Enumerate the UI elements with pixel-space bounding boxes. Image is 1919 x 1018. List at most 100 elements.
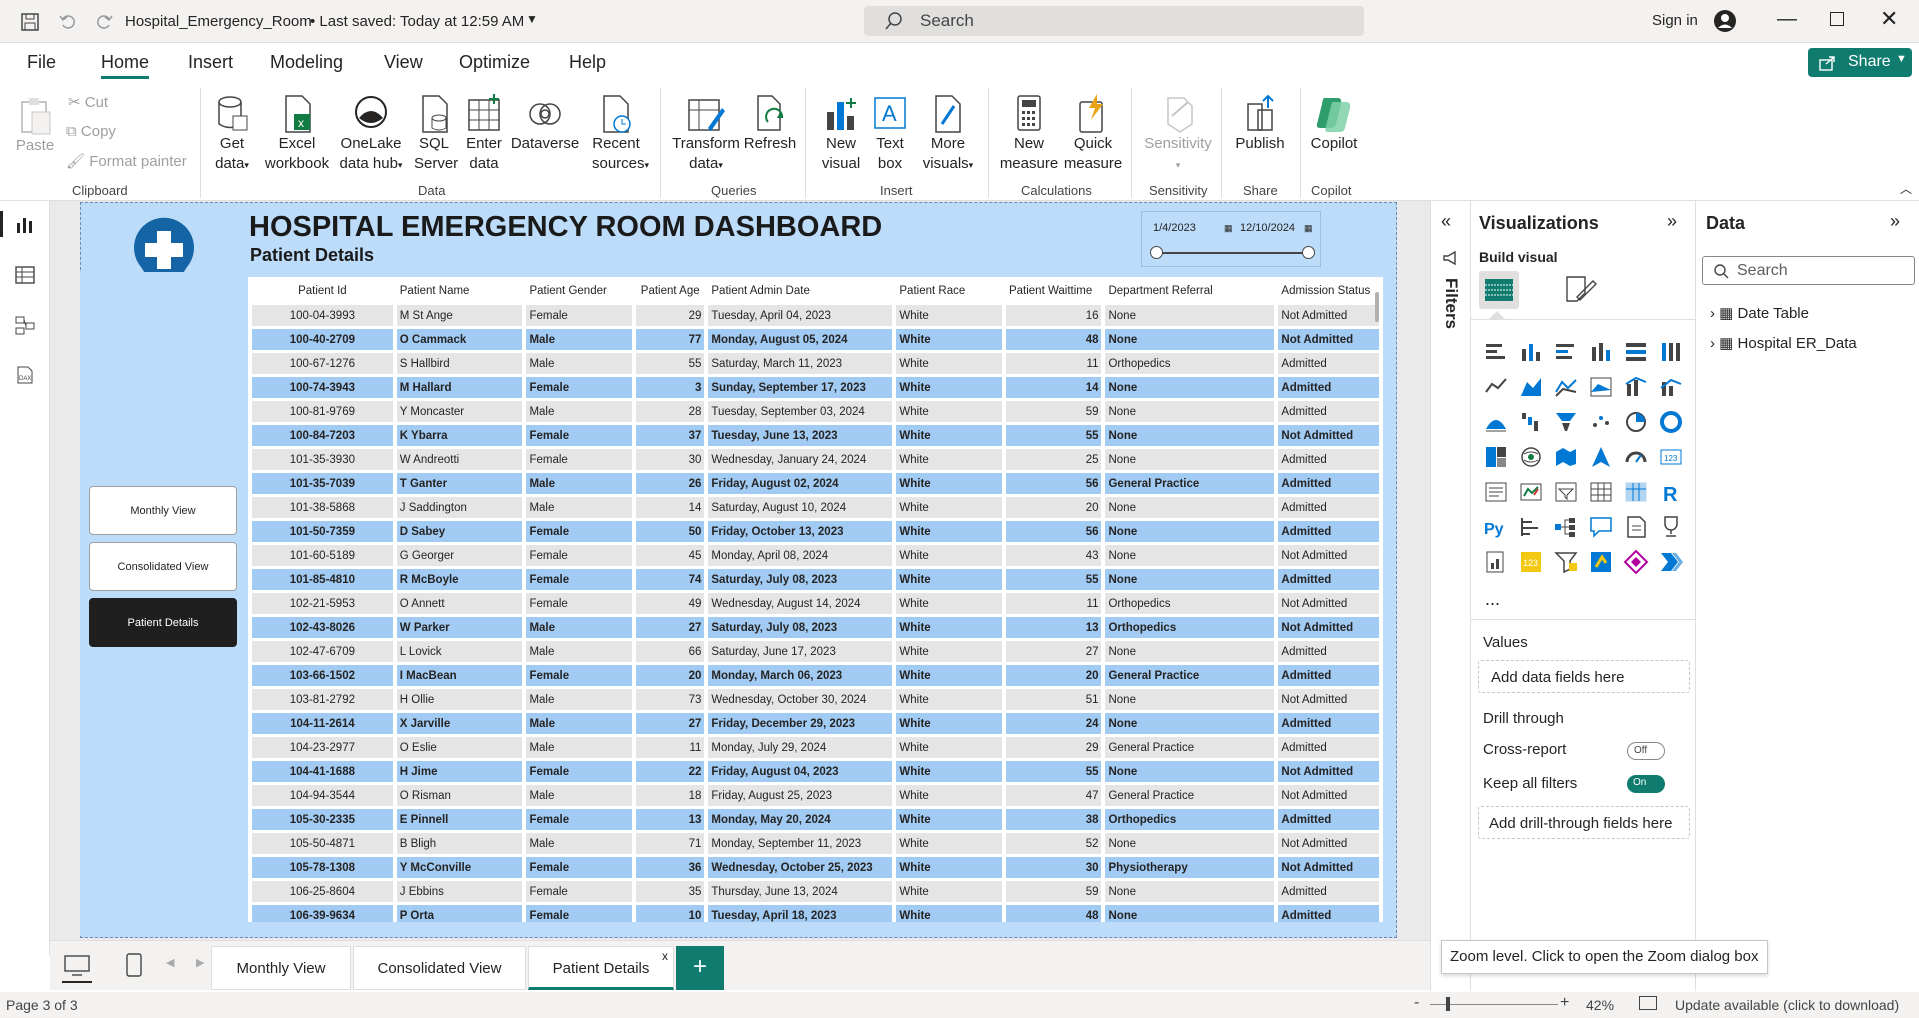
clustered-bar-icon[interactable]: [1553, 339, 1579, 365]
fit-to-page-icon[interactable]: [1639, 996, 1657, 1010]
collapse-pane-icon[interactable]: »: [1667, 211, 1677, 232]
search-box[interactable]: Search: [864, 6, 1364, 36]
table-row[interactable]: 102-43-8026 W Parker Male 27 Saturday, July …: [252, 617, 1379, 638]
qa-icon[interactable]: [1588, 514, 1614, 540]
power-apps-icon[interactable]: 123: [1518, 549, 1544, 575]
excel-workbook-button[interactable]: x Excel workbook: [262, 94, 332, 174]
donut-chart-icon[interactable]: [1658, 409, 1684, 435]
collapse-pane-icon[interactable]: »: [1890, 211, 1900, 232]
get-data-button[interactable]: Get data▾: [210, 94, 254, 175]
undo-icon[interactable]: [58, 12, 76, 30]
table-row[interactable]: 102-47-6709 L Lovick Male 66 Saturday, June …: [252, 641, 1379, 662]
close-icon[interactable]: ✕: [1880, 6, 1898, 32]
table-row[interactable]: 101-50-7359 D Sabey Female 50 Friday, Octobe…: [252, 521, 1379, 542]
maximize-icon[interactable]: [1830, 12, 1844, 26]
multi-row-card-icon[interactable]: [1483, 479, 1509, 505]
decomposition-tree-icon[interactable]: [1553, 514, 1579, 540]
table-row[interactable]: 105-78-1308 Y McConville Female 36 Wednesday…: [252, 857, 1379, 878]
zoom-slider-thumb[interactable]: [1446, 997, 1450, 1011]
model-view-icon[interactable]: [15, 315, 35, 335]
narrative-icon[interactable]: [1623, 514, 1649, 540]
table-row[interactable]: 100-04-3993 M St Ange Female 29 Tuesday, Apr…: [252, 305, 1379, 326]
format-visual-icon[interactable]: [1563, 273, 1597, 305]
table-row[interactable]: 101-38-5868 J Saddington Male 14 Saturday, A…: [252, 497, 1379, 518]
scatter-icon[interactable]: [1588, 409, 1614, 435]
treemap-icon[interactable]: [1483, 444, 1509, 470]
table-row[interactable]: 105-50-4871 B Bligh Male 71 Monday, Septembe…: [252, 833, 1379, 854]
transform-data-button[interactable]: Transform data▾: [670, 94, 742, 175]
expand-filters-icon[interactable]: «: [1441, 211, 1451, 232]
sensitivity-button[interactable]: Sensitivity ▾: [1140, 94, 1216, 175]
redo-icon[interactable]: [96, 12, 114, 30]
tab-monthly-view[interactable]: Monthly View: [211, 946, 351, 990]
paste-button[interactable]: Paste: [14, 96, 56, 156]
scroll-left-icon[interactable]: ◀: [166, 956, 174, 969]
line-clustered-column-icon[interactable]: [1623, 374, 1649, 400]
nav-monthly-view-button[interactable]: Monthly View: [89, 486, 237, 535]
quick-measure-button[interactable]: Quick measure: [1062, 94, 1124, 174]
close-tab-icon[interactable]: x: [662, 949, 668, 963]
keep-all-filters-toggle[interactable]: On: [1627, 775, 1665, 793]
recent-sources-button[interactable]: Recent sources▾: [592, 94, 649, 175]
megaphone-icon[interactable]: [1441, 249, 1459, 267]
metrics-icon[interactable]: [1588, 549, 1614, 575]
column-header[interactable]: Patient Waittime: [1006, 280, 1102, 302]
gauge-icon[interactable]: [1623, 444, 1649, 470]
more-visuals-button[interactable]: More visuals▾: [920, 94, 976, 175]
menu-optimize[interactable]: Optimize: [459, 52, 530, 73]
text-box-button[interactable]: A Text box: [870, 94, 910, 174]
tab-patient-details[interactable]: Patient Details: [528, 946, 674, 990]
calendar-icon[interactable]: ▦: [1224, 223, 1233, 234]
table-icon[interactable]: [1588, 479, 1614, 505]
zoom-in-icon[interactable]: +: [1560, 994, 1569, 1012]
report-view-icon[interactable]: [15, 215, 35, 235]
table-row[interactable]: 106-39-9634 P Orta Female 10 Tuesday, April …: [252, 905, 1379, 922]
data-table-date[interactable]: › ▦ Date Table: [1710, 304, 1809, 322]
menu-view[interactable]: View: [384, 52, 423, 73]
scroll-right-icon[interactable]: ▶: [196, 956, 204, 969]
table-row[interactable]: 100-84-7203 K Ybarra Female 37 Tuesday, June…: [252, 425, 1379, 446]
table-row[interactable]: 100-74-3943 M Hallard Female 3 Sunday, Septe…: [252, 377, 1379, 398]
line-chart-icon[interactable]: [1483, 374, 1509, 400]
column-header[interactable]: Patient Gender: [526, 280, 632, 302]
new-visual-button[interactable]: New visual: [820, 94, 862, 174]
menu-modeling[interactable]: Modeling: [270, 52, 343, 73]
menu-home[interactable]: Home: [101, 52, 149, 73]
filters-label[interactable]: Filters: [1441, 278, 1461, 329]
build-visual-tab[interactable]: [1479, 271, 1519, 309]
ribbon-chart-icon[interactable]: [1483, 409, 1509, 435]
table-row[interactable]: 101-35-7039 T Ganter Male 26 Friday, August …: [252, 473, 1379, 494]
column-header[interactable]: Department Referral: [1105, 280, 1274, 302]
save-icon[interactable]: [20, 12, 40, 32]
key-influencers-icon[interactable]: [1518, 514, 1544, 540]
nav-patient-details-button[interactable]: Patient Details: [89, 598, 237, 647]
date-range-slicer[interactable]: 1/4/2023 ▦ 12/10/2024 ▦: [1141, 211, 1321, 267]
tab-consolidated-view[interactable]: Consolidated View: [353, 946, 526, 990]
map-icon[interactable]: [1518, 444, 1544, 470]
stacked-column-icon[interactable]: [1518, 339, 1544, 365]
calendar-icon[interactable]: ▦: [1304, 223, 1313, 234]
copy-button[interactable]: ⧉ Copy: [66, 122, 116, 142]
table-row[interactable]: 101-85-4810 R McBoyle Female 74 Saturday, Ju…: [252, 569, 1379, 590]
zoom-level[interactable]: 42%: [1586, 997, 1614, 1013]
table-row[interactable]: 103-66-1502 I MacBean Female 20 Monday, Marc…: [252, 665, 1379, 686]
slicer-handle-end[interactable]: [1302, 246, 1315, 259]
table-row[interactable]: 101-60-5189 G Georger Female 45 Monday, Apri…: [252, 545, 1379, 566]
mobile-layout-icon[interactable]: [126, 953, 142, 977]
column-header[interactable]: Patient Admin Date: [708, 280, 892, 302]
goals-icon[interactable]: [1658, 514, 1684, 540]
card-icon[interactable]: 123: [1658, 444, 1684, 470]
format-painter-button[interactable]: 🖌 Format painter: [66, 152, 187, 172]
column-header[interactable]: Patient Race: [896, 280, 1002, 302]
kpi-icon[interactable]: [1518, 479, 1544, 505]
waterfall-icon[interactable]: [1518, 409, 1544, 435]
azure-map-icon[interactable]: [1588, 444, 1614, 470]
table-row[interactable]: 106-25-8604 J Ebbins Female 35 Thursday, Jun…: [252, 881, 1379, 902]
table-row[interactable]: 104-23-2977 O Eslie Male 11 Monday, July 29,…: [252, 737, 1379, 758]
column-header[interactable]: Patient Age: [636, 280, 704, 302]
nav-consolidated-view-button[interactable]: Consolidated View: [89, 542, 237, 591]
drill-through-drop-zone[interactable]: Add drill-through fields here: [1478, 806, 1690, 839]
table-row[interactable]: 100-40-2709 O Cammack Male 77 Monday, August…: [252, 329, 1379, 350]
more-visuals-icon[interactable]: [1658, 549, 1684, 575]
funnel-icon[interactable]: [1553, 409, 1579, 435]
